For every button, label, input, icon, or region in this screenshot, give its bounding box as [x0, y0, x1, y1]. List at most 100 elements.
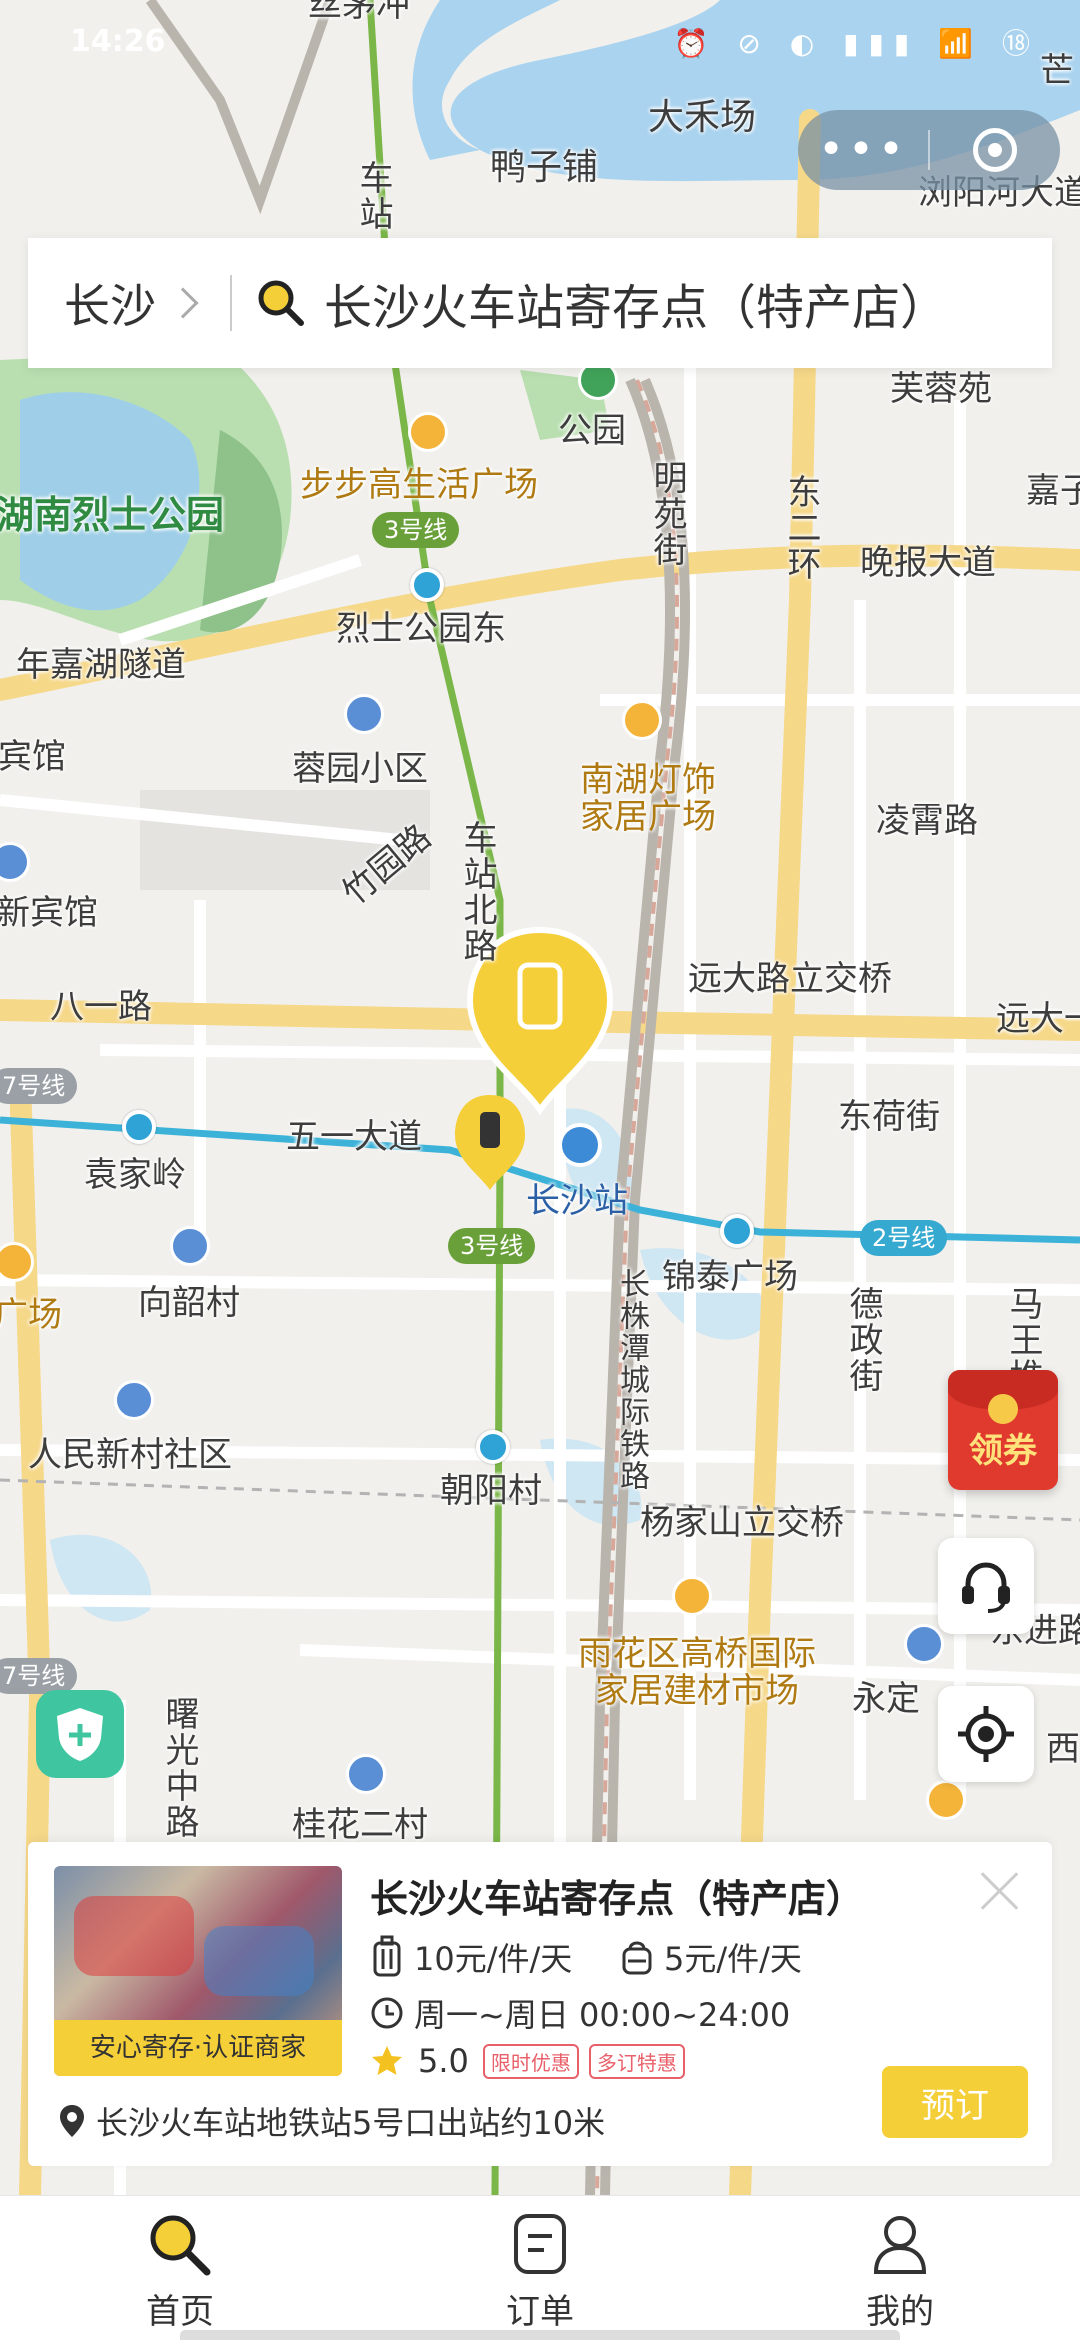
- map-label: 晚报大道: [860, 543, 996, 583]
- map-label: 锦泰广场: [662, 1257, 798, 1297]
- tab-home[interactable]: 首页: [0, 2196, 360, 2340]
- locate-icon: [958, 1706, 1014, 1762]
- map-label: 烈士公园东: [336, 609, 506, 649]
- customer-service-button[interactable]: [938, 1538, 1034, 1634]
- map-label: 远大一: [996, 999, 1080, 1039]
- status-bar: 14:26 ⏰ ⊘ ◐ ▮▮▮ 📶 ⑱: [0, 0, 1080, 80]
- map-label: 鸭子铺: [490, 147, 599, 188]
- map-label: 五一大道: [286, 1117, 422, 1157]
- mall-poi-icon[interactable]: [622, 700, 662, 740]
- opening-hours-value: 周一~周日 00:00~24:00: [414, 1996, 791, 2034]
- tab-profile[interactable]: 我的: [720, 2196, 1080, 2340]
- coupon-label: 领券: [969, 1431, 1037, 1471]
- clock-icon: [371, 1997, 403, 2029]
- map-label: 芙蓉苑: [890, 369, 992, 409]
- map-label: 曙光中路: [159, 1696, 199, 1840]
- opening-hours: 周一~周日 00:00~24:00: [370, 1990, 790, 2036]
- metro-line-badge: 7号线: [0, 1068, 78, 1104]
- residential-poi-icon[interactable]: [170, 1226, 210, 1266]
- map-label: 公园: [558, 411, 626, 451]
- promo-tag: 多订特惠: [588, 2043, 685, 2079]
- city-selector[interactable]: 长沙: [28, 270, 199, 336]
- residential-poi-icon[interactable]: [344, 694, 384, 734]
- map-label: 向韶村: [138, 1283, 240, 1323]
- close-miniprogram-button[interactable]: [930, 128, 1060, 172]
- mall-poi-icon[interactable]: [408, 412, 448, 452]
- metro-line-badge: 7号线: [0, 1658, 78, 1694]
- metro-line-badge: 2号线: [860, 1220, 948, 1256]
- map-label: 蓉园小区: [292, 749, 428, 789]
- metro-station-marker[interactable]: [122, 1110, 156, 1144]
- book-button[interactable]: 预订: [882, 2066, 1028, 2138]
- search-icon: [150, 2215, 211, 2276]
- tab-orders[interactable]: 订单: [360, 2196, 720, 2340]
- metro-station-marker[interactable]: [410, 568, 444, 602]
- address-text: 长沙火车站地铁站5号口出站约10米: [96, 2104, 606, 2142]
- map-label: 朝阳村: [440, 1471, 542, 1511]
- map-label: 车站北路: [457, 820, 497, 964]
- map-label: 明苑街: [647, 460, 687, 568]
- map-label: 大禾场: [648, 97, 757, 138]
- metro-station-marker[interactable]: [720, 1214, 754, 1248]
- map-label: 车站: [353, 160, 393, 232]
- close-card-button[interactable]: [978, 1868, 1022, 1912]
- star-icon: [372, 2046, 402, 2075]
- target-icon: [973, 128, 1017, 172]
- store-title: 长沙火车站寄存点（特产店）: [370, 1877, 865, 1921]
- tab-label: 首页: [146, 2292, 214, 2332]
- store-address[interactable]: 长沙火车站地铁站5号口出站约10米: [58, 2098, 605, 2144]
- map-label: 八一路: [50, 987, 152, 1027]
- location-pin-icon: [60, 2105, 84, 2137]
- mall-poi-icon[interactable]: [926, 1780, 966, 1820]
- map-label: 长株潭城际铁路: [614, 1268, 649, 1492]
- map-label: 东荷街: [838, 1097, 940, 1137]
- safety-button[interactable]: [36, 1690, 124, 1778]
- headset-icon: [962, 1562, 1010, 1613]
- map-label: 年嘉湖隧道: [16, 645, 186, 685]
- status-time: 14:26: [70, 24, 166, 59]
- search-input[interactable]: 长沙火车站寄存点（特产店）: [324, 268, 948, 338]
- miniprogram-capsule: •••: [798, 110, 1060, 190]
- map-label: 永定: [852, 1679, 920, 1719]
- map-label: 雨花区高桥国际家居建材市场: [578, 1634, 816, 1712]
- metro-line-badge: 3号线: [448, 1228, 536, 1264]
- map-label: 南湖灯饰家居广场: [580, 760, 716, 838]
- map-label: 东二环: [781, 474, 821, 582]
- map-label: 远大路立交桥: [688, 959, 892, 999]
- map-label: 长沙站: [526, 1181, 628, 1221]
- rating-value: 5.0: [418, 2042, 469, 2080]
- shield-icon: [57, 1708, 103, 1761]
- coupon-button[interactable]: 领券: [948, 1370, 1058, 1490]
- suitcase-price-value: 10元/件/天: [414, 1940, 573, 1978]
- map-label: 湖南烈士公园: [0, 493, 225, 537]
- metro-station-marker[interactable]: [476, 1430, 510, 1464]
- home-indicator: [180, 2330, 900, 2340]
- residential-poi-icon[interactable]: [904, 1624, 944, 1664]
- bag-icon: [622, 1941, 652, 1975]
- mall-poi-icon[interactable]: [672, 1576, 712, 1616]
- map-label: 宾馆: [0, 737, 66, 777]
- map-label: 嘉子: [1026, 471, 1080, 511]
- suitcase-icon: [373, 1935, 401, 1977]
- search-icon: [258, 280, 304, 326]
- residential-poi-icon[interactable]: [346, 1754, 386, 1794]
- map-label: 新宾馆: [0, 893, 98, 933]
- promo-tag: 限时优惠: [482, 2043, 579, 2079]
- map-label: 西: [1046, 1729, 1080, 1769]
- store-photo[interactable]: 安心寄存·认证商家: [54, 1866, 342, 2076]
- store-card[interactable]: 安心寄存·认证商家 长沙火车站寄存点（特产店） 10元/件/天 5元/件/天 周…: [28, 1842, 1052, 2166]
- city-name: 长沙: [64, 279, 156, 333]
- more-options-button[interactable]: •••: [798, 128, 928, 172]
- map-label: 凌霄路: [876, 801, 978, 841]
- map-label: 杨家山立交桥: [640, 1503, 844, 1543]
- bag-price: 5元/件/天: [620, 1934, 802, 1980]
- coin-icon: [988, 1394, 1018, 1424]
- residential-poi-icon[interactable]: [114, 1380, 154, 1420]
- locate-me-button[interactable]: [938, 1686, 1034, 1782]
- bag-price-value: 5元/件/天: [664, 1940, 802, 1978]
- status-icons: ⏰ ⊘ ◐ ▮▮▮ 📶 ⑱: [673, 27, 1040, 60]
- tab-label: 我的: [866, 2292, 934, 2332]
- rating-row: 5.0 限时优惠 多订特惠: [370, 2042, 685, 2080]
- map-label: 德政街: [843, 1286, 883, 1394]
- chevron-right-icon: [167, 287, 199, 319]
